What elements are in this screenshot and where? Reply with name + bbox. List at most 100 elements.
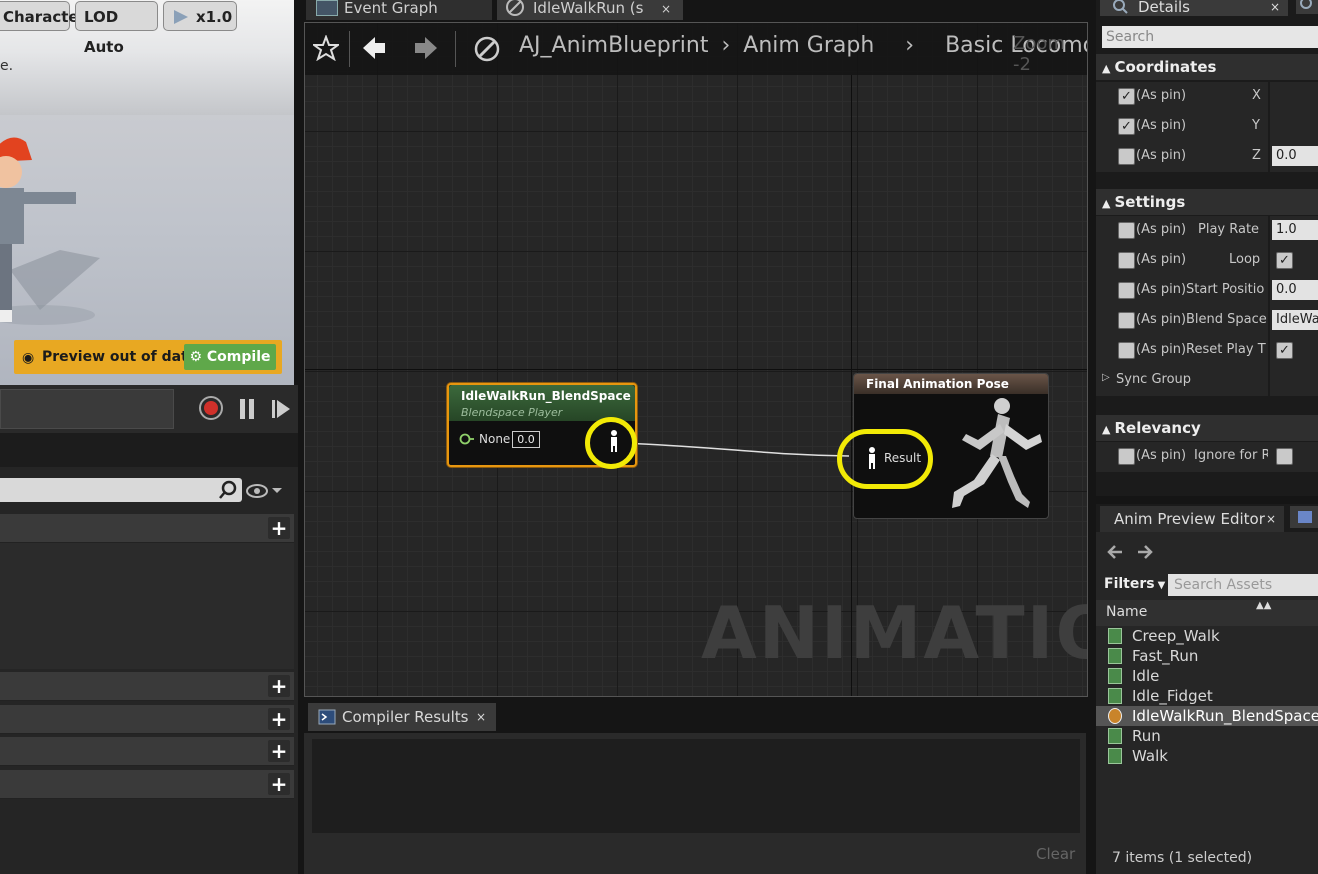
character-button[interactable]: Character: [0, 1, 86, 31]
as-pin-checkbox[interactable]: ✓: [1118, 88, 1135, 105]
blend-space-select[interactable]: IdleWa: [1272, 310, 1318, 330]
property-row: (As pin) Play Rate 1.0: [1096, 216, 1318, 246]
close-icon[interactable]: ×: [1270, 0, 1280, 14]
search-assets-input[interactable]: Search Assets: [1168, 574, 1318, 596]
add-icon[interactable]: +: [268, 773, 290, 795]
step-forward-icon[interactable]: [270, 397, 292, 421]
forward-arrow-icon[interactable]: [1134, 542, 1154, 562]
pin-value-input[interactable]: 0.0: [512, 431, 540, 448]
playback-speed-button[interactable]: x1.0: [163, 1, 237, 31]
chevron-down-icon: ▼: [1157, 580, 1166, 591]
tab-anim-preview-editor[interactable]: Anim Preview Editor ×: [1100, 506, 1284, 532]
asset-item[interactable]: Creep_Walk: [1096, 626, 1318, 646]
compiler-results-panel: Clear: [304, 733, 1086, 874]
playback-bar: [0, 385, 298, 433]
as-pin-label: (As pin): [1136, 252, 1187, 267]
as-pin-checkbox[interactable]: [1118, 448, 1135, 465]
clear-button[interactable]: Clear: [1036, 845, 1075, 863]
pause-icon[interactable]: [238, 397, 256, 421]
sync-group-row[interactable]: ▷ Sync Group: [1096, 366, 1318, 396]
property-row: (As pin) Reset Play T ✓: [1096, 336, 1318, 366]
compile-button[interactable]: ⚙ Compile: [184, 344, 276, 370]
property-label: Z: [1252, 148, 1261, 163]
property-label: Blend Space: [1186, 312, 1267, 327]
input-pin-icon[interactable]: [459, 433, 475, 445]
coordinates-section-header[interactable]: ▲ Coordinates: [1096, 54, 1318, 80]
left-tab-bar: [0, 433, 298, 467]
relevancy-section-header[interactable]: ▲ Relevancy: [1096, 415, 1318, 441]
eye-visibility-icon[interactable]: [246, 482, 286, 500]
asset-item-selected[interactable]: IdleWalkRun_BlendSpace: [1096, 706, 1318, 726]
animation-sequence-icon: [1108, 688, 1122, 704]
add-icon[interactable]: +: [268, 675, 290, 697]
add-icon[interactable]: +: [268, 517, 290, 539]
state-icon: [506, 0, 524, 16]
anim-graph-canvas[interactable]: AJ_AnimBlueprint › Anim Graph › Basic Lo…: [304, 22, 1088, 697]
collapse-arrow-icon: ▲: [1102, 423, 1111, 436]
tab-event-graph-label: Event Graph: [344, 0, 438, 17]
settings-section-header[interactable]: ▲ Settings: [1096, 189, 1318, 215]
expand-arrow-icon: ▷: [1102, 372, 1110, 383]
asset-item[interactable]: Idle: [1096, 666, 1318, 686]
close-icon[interactable]: ×: [476, 703, 486, 731]
left-search-input[interactable]: [0, 478, 242, 502]
left-section-row: +: [0, 737, 294, 766]
back-arrow-icon[interactable]: [1106, 542, 1126, 562]
as-pin-label: (As pin): [1136, 312, 1187, 327]
play-rate-input[interactable]: 1.0: [1272, 220, 1318, 240]
node-header: IdleWalkRun_BlendSpace Blendspace Player: [449, 385, 635, 421]
running-mannequin-icon: [952, 398, 1042, 508]
content-browser-tab-icon[interactable]: [1290, 506, 1318, 528]
sync-group-label: Sync Group: [1116, 372, 1192, 387]
asset-count-status: 7 items (1 selected): [1112, 850, 1253, 866]
left-section-row: +: [0, 705, 294, 734]
column-divider: [1268, 82, 1270, 172]
z-value-input[interactable]: 0.0: [1272, 146, 1318, 166]
close-icon[interactable]: ×: [1266, 506, 1276, 532]
details-search-input[interactable]: Search: [1102, 26, 1318, 48]
collapse-arrow-icon: ▲: [1102, 62, 1111, 75]
as-pin-checkbox[interactable]: [1118, 222, 1135, 239]
reset-play-time-checkbox[interactable]: ✓: [1276, 342, 1293, 359]
tab-idlewalkrun[interactable]: IdleWalkRun (state ×: [497, 0, 683, 20]
as-pin-checkbox[interactable]: [1118, 282, 1135, 299]
tab-event-graph[interactable]: Event Graph: [306, 0, 492, 20]
as-pin-checkbox[interactable]: [1118, 342, 1135, 359]
asset-item[interactable]: Walk: [1096, 746, 1318, 766]
asset-item[interactable]: Idle_Fidget: [1096, 686, 1318, 706]
timeline-scrubber[interactable]: [0, 389, 174, 429]
search-tab-icon[interactable]: [1296, 0, 1318, 14]
tab-details[interactable]: Details ×: [1100, 0, 1288, 16]
as-pin-checkbox[interactable]: [1118, 312, 1135, 329]
viewport-message: e.: [0, 58, 14, 74]
ignore-for-relevancy-checkbox[interactable]: [1276, 448, 1293, 465]
blendspace-icon: [1108, 708, 1122, 724]
preview-viewport[interactable]: Character LOD Auto x1.0 e. ◉ Preview out…: [0, 0, 294, 385]
property-label: Play Rate: [1198, 222, 1260, 237]
as-pin-checkbox[interactable]: [1118, 252, 1135, 269]
close-icon[interactable]: ×: [661, 1, 671, 17]
panel-splitter[interactable]: [1096, 496, 1318, 504]
lod-button[interactable]: LOD Auto: [75, 1, 158, 56]
property-row: (As pin) Blend Space IdleWa: [1096, 306, 1318, 336]
compiler-log: [312, 739, 1080, 833]
compiler-tab-bar: Compiler Results ×: [304, 703, 1086, 733]
asset-name: Run: [1132, 727, 1161, 745]
left-list-area: [0, 543, 294, 669]
name-column-header[interactable]: Name ▲▲: [1096, 600, 1318, 626]
record-icon[interactable]: [198, 395, 224, 421]
add-icon[interactable]: +: [268, 740, 290, 762]
tab-compiler-results[interactable]: Compiler Results ×: [308, 703, 496, 731]
node-title: Final Animation Pose: [866, 377, 1009, 391]
asset-item[interactable]: Run: [1096, 726, 1318, 746]
asset-item[interactable]: Fast_Run: [1096, 646, 1318, 666]
add-icon[interactable]: +: [268, 708, 290, 730]
preview-out-of-date-banner: ◉ Preview out of date ⚙ Compile: [14, 340, 282, 374]
loop-checkbox[interactable]: ✓: [1276, 252, 1293, 269]
filters-button[interactable]: Filters ▼: [1104, 576, 1165, 592]
as-pin-checkbox[interactable]: ✓: [1118, 118, 1135, 135]
animation-sequence-icon: [1108, 668, 1122, 684]
node-subtitle: Blendspace Player: [461, 406, 563, 419]
as-pin-checkbox[interactable]: [1118, 148, 1135, 165]
start-position-input[interactable]: 0.0: [1272, 280, 1318, 300]
